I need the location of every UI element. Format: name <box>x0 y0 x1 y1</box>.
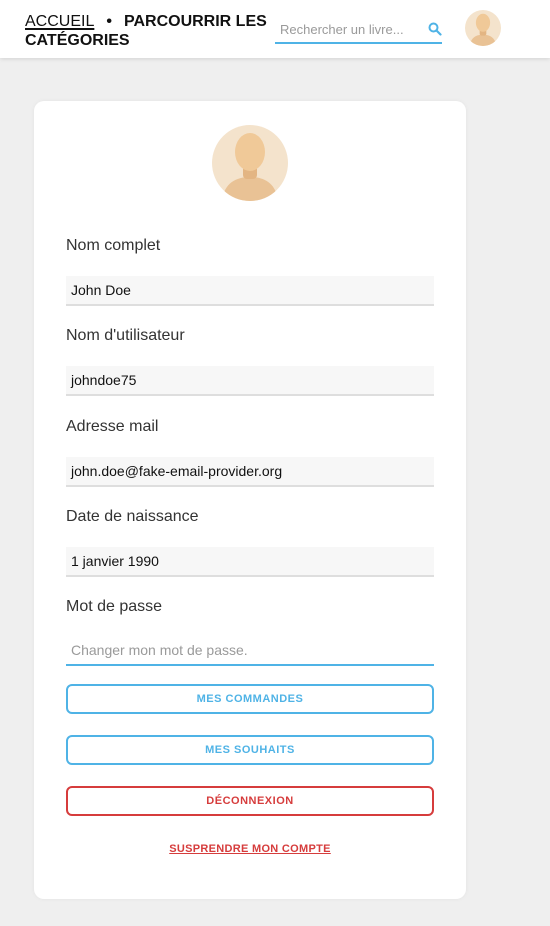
user-avatar-icon <box>222 133 278 201</box>
user-avatar-button[interactable] <box>465 10 501 46</box>
profile-avatar <box>212 125 288 201</box>
search-bar <box>275 14 442 44</box>
search-input[interactable] <box>280 19 420 39</box>
user-avatar-icon <box>469 13 497 46</box>
email-label: Adresse mail <box>66 418 159 435</box>
nav-home-link[interactable]: ACCUEIL <box>25 13 94 30</box>
logout-button[interactable]: DÉCONNEXION <box>66 786 434 816</box>
profile-card: Nom complet John Doe Nom d'utilisateur j… <box>34 101 466 899</box>
suspend-account-link[interactable]: SUSPRENDRE MON COMPTE <box>34 843 466 855</box>
password-label: Mot de passe <box>66 598 163 615</box>
username-field: johndoe75 <box>66 366 434 396</box>
full-name-field: John Doe <box>66 276 434 306</box>
my-wishlist-button[interactable]: MES SOUHAITS <box>66 735 434 765</box>
email-field: john.doe@fake-email-provider.org <box>66 457 434 487</box>
full-name-label: Nom complet <box>66 237 161 254</box>
birthdate-field: 1 janvier 1990 <box>66 547 434 577</box>
nav-separator: • <box>106 13 112 30</box>
top-navigation-bar: ACCUEIL • PARCOURRIR LES CATÉGORIES <box>0 0 550 58</box>
username-label: Nom d'utilisateur <box>66 327 185 344</box>
search-icon[interactable] <box>428 22 442 36</box>
password-input[interactable] <box>66 636 434 666</box>
my-orders-button[interactable]: MES COMMANDES <box>66 684 434 714</box>
main-navigation: ACCUEIL • PARCOURRIR LES CATÉGORIES <box>25 12 270 50</box>
birthdate-label: Date de naissance <box>66 508 199 525</box>
